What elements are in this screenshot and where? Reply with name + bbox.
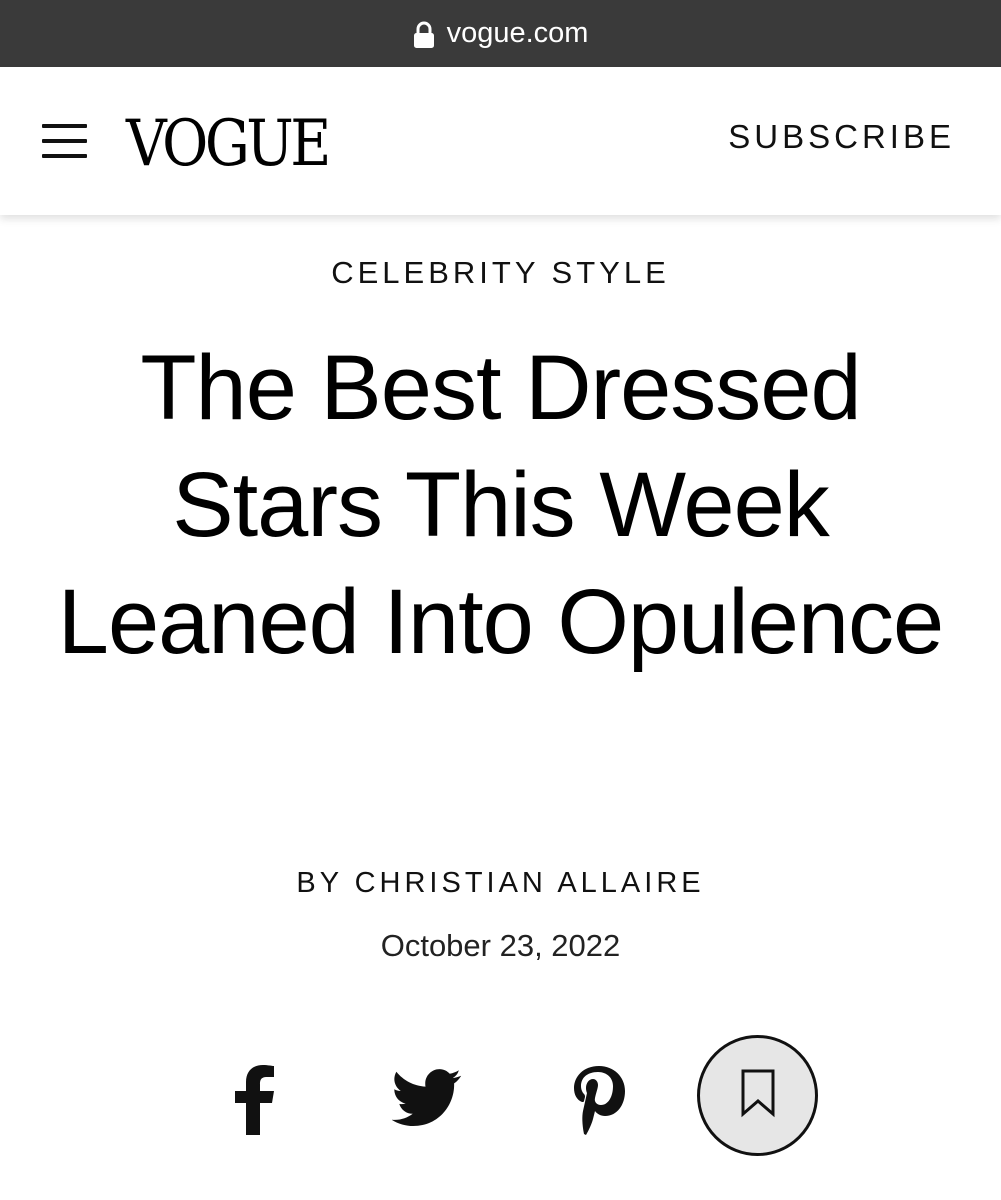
author-link[interactable]: CHRISTIAN ALLAIRE <box>355 867 705 899</box>
lock-icon <box>413 21 435 49</box>
facebook-icon[interactable] <box>230 1065 282 1135</box>
hamburger-icon[interactable] <box>42 124 87 158</box>
publish-date: October 23, 2022 <box>380 928 621 963</box>
pinterest-icon[interactable] <box>568 1064 628 1136</box>
site-header: VOGUE SUBSCRIBE <box>0 67 1001 215</box>
byline-prefix: BY <box>296 867 343 899</box>
subscribe-button[interactable]: SUBSCRIBE <box>728 117 955 157</box>
article-headline: The Best Dressed Stars This Week Leaned … <box>57 337 944 673</box>
bookmark-button[interactable] <box>697 1035 818 1156</box>
article-category[interactable]: CELEBRITY STYLE <box>0 255 1001 291</box>
url-text[interactable]: vogue.com <box>447 17 589 50</box>
twitter-icon[interactable] <box>392 1068 462 1128</box>
browser-url-bar[interactable]: vogue.com <box>0 0 1001 67</box>
article-byline: BY CHRISTIAN ALLAIRE <box>0 865 1001 901</box>
vogue-logo[interactable]: VOGUE <box>126 109 331 179</box>
bookmark-icon <box>740 1068 776 1123</box>
